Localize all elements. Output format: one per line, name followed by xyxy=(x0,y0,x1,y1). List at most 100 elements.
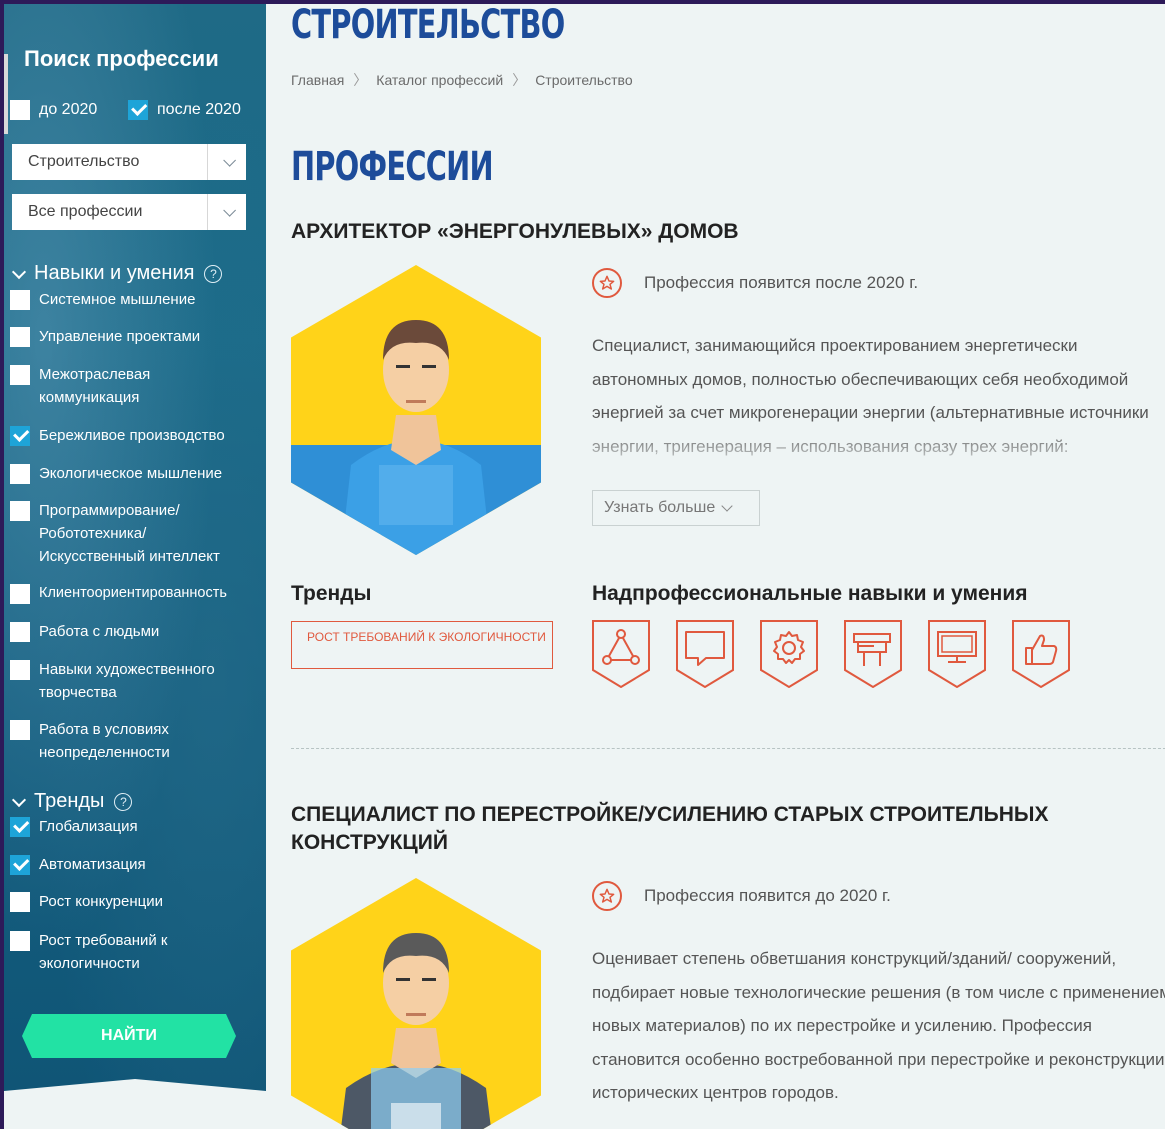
filter-option-label: Клиентоориентированность xyxy=(39,585,227,601)
filter-option[interactable]: Межотраслевая коммуникация xyxy=(10,363,262,409)
filter-option-label: Бережливое производство xyxy=(39,427,225,444)
thumbs-up-icon[interactable] xyxy=(1012,620,1070,688)
filter-option[interactable]: Управление проектами xyxy=(10,325,262,348)
checkbox[interactable] xyxy=(10,622,30,642)
checkbox[interactable] xyxy=(10,720,30,740)
speech-bubble-icon[interactable] xyxy=(676,620,734,688)
trends-section-toggle[interactable]: Тренды ? xyxy=(11,790,133,813)
profession-select[interactable]: Все профессии xyxy=(12,194,246,230)
filter-option-label: Работа с людьми xyxy=(39,623,160,640)
trend-tag[interactable]: РОСТ ТРЕБОВАНИЙ К ЭКОЛОГИЧНОСТИ xyxy=(291,621,553,669)
find-button[interactable]: НАЙТИ xyxy=(22,1014,236,1058)
chevron-down-icon[interactable] xyxy=(207,144,246,180)
sidebar-bottom-notch xyxy=(4,1079,266,1129)
star-icon xyxy=(592,881,622,911)
filter-option-label: Глобализация xyxy=(39,818,138,835)
filter-option[interactable]: Рост конкуренции xyxy=(10,890,262,913)
profession-avatar-image xyxy=(291,878,541,1129)
filter-option-label: Навыки художественного творчества xyxy=(39,661,215,701)
tools-icon[interactable] xyxy=(844,620,902,688)
checkbox[interactable] xyxy=(10,290,30,310)
breadcrumb-link-home[interactable]: Главная xyxy=(291,72,344,88)
profession-badge: Профессия появится после 2020 г. xyxy=(592,268,918,298)
filter-option[interactable]: Экологическое мышление xyxy=(10,462,262,485)
breadcrumb-current: Строительство xyxy=(535,72,633,88)
skill-icons-row xyxy=(592,620,1096,688)
filter-option[interactable]: Программирование/ Робототехника/ Искусст… xyxy=(10,499,262,568)
section-divider xyxy=(291,748,1165,749)
profession-description: Специалист, занимающийся проектированием… xyxy=(592,329,1165,481)
filter-option-label: Межотраслевая коммуникация xyxy=(39,366,151,406)
checkbox[interactable] xyxy=(10,817,30,837)
filter-option[interactable]: Клиентоориентированность xyxy=(10,582,262,605)
profession-appears-text: Профессия появится до 2020 г. xyxy=(644,886,891,905)
filter-option[interactable]: Глобализация xyxy=(10,815,262,838)
professions-heading: ПРОФЕССИИ xyxy=(291,144,494,190)
checkbox[interactable] xyxy=(10,584,30,604)
sidebar-title: Поиск профессии xyxy=(24,46,219,71)
learn-more-button[interactable]: Узнать больше xyxy=(592,490,760,526)
checkbox[interactable] xyxy=(10,501,30,521)
main-content: СТРОИТЕЛЬСТВО Главная 〉 Каталог професси… xyxy=(266,4,1165,1129)
architect-illustration xyxy=(291,320,541,555)
breadcrumb: Главная 〉 Каталог профессий 〉 Строительс… xyxy=(291,70,633,90)
filter-option[interactable]: Рост требований к экологичности xyxy=(10,929,262,975)
profession-badge: Профессия появится до 2020 г. xyxy=(592,881,891,911)
search-sidebar: Поиск профессии до 2020 после 2020 Строи… xyxy=(4,4,266,1129)
checkbox[interactable] xyxy=(10,892,30,912)
gear-icon[interactable] xyxy=(760,620,818,688)
page: Поиск профессии до 2020 после 2020 Строи… xyxy=(4,4,1165,1129)
star-icon xyxy=(592,268,622,298)
filter-option-label: Системное мышление xyxy=(39,291,196,308)
network-icon[interactable] xyxy=(592,620,650,688)
breadcrumb-link-catalog[interactable]: Каталог профессий xyxy=(376,72,503,88)
year-label: после 2020 xyxy=(157,101,241,118)
help-icon[interactable]: ? xyxy=(114,792,133,811)
checkbox[interactable] xyxy=(10,426,30,446)
skills-section-toggle[interactable]: Навыки и умения ? xyxy=(11,262,223,285)
left-edge-strip xyxy=(4,54,8,134)
checkbox[interactable] xyxy=(10,365,30,385)
checkbox[interactable] xyxy=(10,931,30,951)
chevron-right-icon: 〉 xyxy=(353,72,368,88)
profession-select-value: Все профессии xyxy=(28,203,143,220)
filter-option-label: Экологическое мышление xyxy=(39,465,223,482)
page-title: СТРОИТЕЛЬСТВО xyxy=(291,4,565,48)
filter-option-label: Автоматизация xyxy=(39,856,146,873)
filter-option[interactable]: Навыки художественного творчества xyxy=(10,658,262,704)
filter-option-label: Управление проектами xyxy=(39,328,201,345)
filter-option-label: Рост конкуренции xyxy=(39,893,163,910)
engineer-illustration xyxy=(336,933,496,1129)
chevron-right-icon: 〉 xyxy=(512,72,527,88)
chevron-down-icon[interactable] xyxy=(207,194,246,230)
monitor-icon[interactable] xyxy=(928,620,986,688)
trends-heading: Тренды xyxy=(291,582,372,605)
help-icon[interactable]: ? xyxy=(204,264,223,283)
filter-option-label: Программирование/ Робототехника/ Искусст… xyxy=(39,502,220,565)
filter-option[interactable]: Работа в условиях неопределенности xyxy=(10,718,262,764)
filter-option-label: Рост требований к экологичности xyxy=(39,932,168,972)
filter-option[interactable]: Бережливое производство xyxy=(10,424,262,447)
year-filter-before-2020[interactable]: до 2020 xyxy=(10,100,97,120)
filter-option[interactable]: Системное мышление xyxy=(10,288,262,311)
checkbox[interactable] xyxy=(10,100,30,120)
checkbox[interactable] xyxy=(10,464,30,484)
industry-select-value: Строительство xyxy=(28,153,140,170)
filter-option-label: Работа в условиях неопределенности xyxy=(39,721,170,761)
profession-description: Оценивает степень обветшания конструкций… xyxy=(592,949,1165,1102)
industry-select[interactable]: Строительство xyxy=(12,144,246,180)
checkbox[interactable] xyxy=(10,660,30,680)
profession-title[interactable]: АРХИТЕКТОР «ЭНЕРГОНУЛЕВЫХ» ДОМОВ xyxy=(291,218,1131,246)
checkbox[interactable] xyxy=(128,100,148,120)
year-filter-after-2020[interactable]: после 2020 xyxy=(128,100,241,120)
trends-section-title: Тренды xyxy=(34,790,105,812)
filter-option[interactable]: Автоматизация xyxy=(10,853,262,876)
profession-avatar-image xyxy=(291,265,541,555)
profession-title[interactable]: СПЕЦИАЛИСТ ПО ПЕРЕСТРОЙКЕ/УСИЛЕНИЮ СТАРЫ… xyxy=(291,801,1131,857)
checkbox[interactable] xyxy=(10,327,30,347)
year-label: до 2020 xyxy=(39,101,98,118)
checkbox[interactable] xyxy=(10,855,30,875)
learn-more-label: Узнать больше xyxy=(604,499,716,516)
profession-appears-text: Профессия появится после 2020 г. xyxy=(644,273,919,292)
filter-option[interactable]: Работа с людьми xyxy=(10,620,262,643)
